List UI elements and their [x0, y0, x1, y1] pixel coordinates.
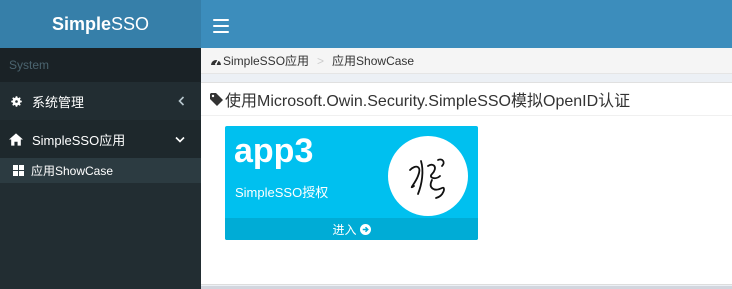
sidebar-item-label: SimpleSSO应用: [32, 132, 126, 148]
app-avatar: [388, 136, 468, 216]
sidebar-toggle-icon[interactable]: [213, 14, 229, 34]
sidebar-item-system-management[interactable]: 系统管理: [0, 82, 201, 120]
sidebar: System 系统管理 SimpleSSO应用 应用ShowCase: [0, 48, 201, 289]
chevron-left-icon: [178, 82, 185, 120]
signature-image: [409, 158, 445, 199]
gear-icon: [9, 95, 23, 108]
sidebar-subitem-label: 应用ShowCase: [31, 164, 114, 178]
breadcrumb-separator: >: [317, 53, 325, 68]
sidebar-item-simplesso-apps[interactable]: SimpleSSO应用: [0, 120, 201, 158]
box-header: 使用Microsoft.Owin.Security.SimpleSSO模拟Ope…: [201, 83, 732, 116]
sidebar-item-label: 系统管理: [32, 94, 85, 110]
logo-light: SSO: [111, 13, 150, 34]
home-icon: [9, 132, 23, 146]
dashboard-icon: [210, 56, 222, 66]
content-divider: [201, 284, 732, 285]
breadcrumb-root-label: SimpleSSO应用: [223, 54, 310, 68]
logo-bold: Simple: [51, 13, 111, 34]
showcase-box: 使用Microsoft.Owin.Security.SimpleSSO模拟Ope…: [201, 82, 732, 284]
enter-button-label: 进入: [332, 222, 357, 237]
breadcrumb: SimpleSSO应用 > 应用ShowCase: [201, 48, 732, 74]
arrow-circle-right-icon: [359, 223, 371, 235]
grid-icon: [13, 165, 25, 176]
main-content: SimpleSSO应用 > 应用ShowCase 使用Microsoft.Owi…: [201, 48, 732, 289]
box-title: 使用Microsoft.Owin.Security.SimpleSSO模拟Ope…: [225, 93, 631, 110]
app-tile[interactable]: app3 SimpleSSO授权 进入: [225, 126, 478, 240]
app-description: SimpleSSO授权: [235, 185, 329, 200]
breadcrumb-current: 应用ShowCase: [332, 54, 415, 68]
chevron-down-icon: [175, 120, 185, 158]
sidebar-subitem-showcase[interactable]: 应用ShowCase: [0, 158, 201, 183]
breadcrumb-root[interactable]: SimpleSSO应用: [210, 52, 309, 69]
app-name: app3: [234, 132, 314, 170]
top-navbar: [201, 0, 732, 48]
app-logo[interactable]: Simple SSO: [0, 0, 201, 48]
enter-button[interactable]: 进入: [225, 218, 478, 240]
sidebar-section-header: System: [0, 48, 201, 82]
tag-icon: [210, 92, 223, 106]
